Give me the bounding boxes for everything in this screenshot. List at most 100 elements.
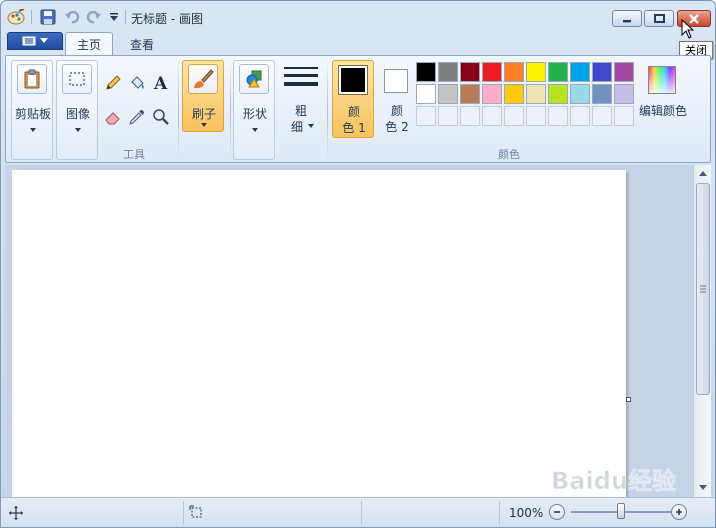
tab-home[interactable]: 主页 [65,32,113,56]
text-icon[interactable]: A [150,72,172,94]
customize-qat-icon[interactable] [105,8,123,25]
magnifier-icon[interactable] [150,106,172,128]
palette-swatch[interactable] [460,62,480,82]
window-title: 无标题 - 画图 [131,12,203,26]
zoom-slider-thumb[interactable] [617,503,625,519]
palette-swatch[interactable] [592,62,612,82]
maximize-button[interactable] [644,10,674,27]
zoom-level: 100% [509,506,544,520]
palette-swatch[interactable] [548,84,568,104]
palette-swatch[interactable] [482,62,502,82]
colors-group-label: 颜色 [498,148,520,161]
qat-separator [125,10,126,24]
palette-swatch[interactable] [526,62,546,82]
palette-swatch[interactable] [614,62,634,82]
palette-swatch-empty[interactable] [592,106,612,126]
palette-swatch-empty[interactable] [416,106,436,126]
scroll-thumb[interactable] [696,183,710,395]
fill-icon[interactable] [126,72,148,94]
line-width-icon [284,67,318,86]
palette-swatch-empty[interactable] [482,106,502,126]
palette-swatch[interactable] [416,84,436,104]
eraser-icon[interactable] [102,106,124,128]
palette-swatch[interactable] [416,62,436,82]
chevron-down-icon [308,124,314,128]
color-picker-icon[interactable] [126,106,148,128]
tab-view[interactable]: 查看 [119,32,165,56]
palette-swatch-empty[interactable] [438,106,458,126]
palette-swatch[interactable] [614,84,634,104]
svg-text:A: A [153,74,168,92]
maximize-icon [653,14,665,23]
app-menu-button[interactable] [7,32,63,50]
edit-colors-icon [648,66,676,94]
palette-swatch[interactable] [548,62,568,82]
color1-swatch [338,65,368,95]
scroll-up-icon[interactable] [694,165,712,182]
palette-swatch-empty[interactable] [614,106,634,126]
palette-swatch[interactable] [592,84,612,104]
tools-group-label: 工具 [123,148,145,161]
group-separator [327,60,328,160]
color1-button[interactable]: 颜 色 1 [332,60,374,138]
palette-swatch-empty[interactable] [526,106,546,126]
image-label: 图像 [65,107,90,121]
palette-swatch-empty[interactable] [570,106,590,126]
select-icon [62,64,92,94]
redo-icon[interactable] [85,8,103,25]
palette-swatch[interactable] [504,62,524,82]
image-button[interactable]: 图像 [56,60,98,160]
palette-swatch[interactable] [438,62,458,82]
palette-swatch[interactable] [526,84,546,104]
color2-label-line2: 色 2 [385,120,409,134]
status-separator [499,501,500,525]
grip-icon [700,285,706,293]
palette-swatch[interactable] [460,84,480,104]
group-separator [230,60,231,160]
chevron-down-icon [75,128,81,132]
drawing-canvas[interactable] [12,170,626,497]
shapes-icon [239,64,269,94]
paint-window: 无标题 - 画图 关闭 主页 查看 剪贴板 图像 A 工具 刷子 形状 粗 细 … [0,0,716,528]
color1-label-line1: 颜 [347,105,360,119]
app-menu-icon [22,36,36,46]
cursor-position-icon [9,506,23,520]
palette-swatch[interactable] [504,84,524,104]
zoom-out-button[interactable] [549,504,565,520]
undo-icon[interactable] [63,8,81,25]
palette-swatch[interactable] [570,62,590,82]
size-button[interactable]: 粗 细 [280,60,322,134]
palette-swatch-empty[interactable] [504,106,524,126]
brushes-label: 刷子 [191,107,216,121]
vertical-scrollbar[interactable] [693,165,711,497]
color1-label-line2: 色 1 [342,121,366,135]
palette-swatch[interactable] [570,84,590,104]
watermark: Baidu经验 [549,463,699,497]
palette-swatch[interactable] [438,84,458,104]
palette-swatch-empty[interactable] [460,106,480,126]
watermark-text: Baidu经验 [551,467,676,495]
brush-icon [188,64,218,94]
pencil-icon[interactable] [102,72,124,94]
chevron-down-icon [40,38,48,43]
edit-colors-button[interactable]: 编辑颜色 [636,60,690,138]
plus-icon [676,509,682,515]
shapes-button[interactable]: 形状 [233,60,275,160]
palette-swatch[interactable] [482,84,502,104]
status-separator [183,501,184,525]
paint-app-icon[interactable] [7,8,25,25]
color2-label-line1: 颜 [390,104,403,118]
canvas-resize-handle-right[interactable] [626,397,631,402]
zoom-in-button[interactable] [671,504,687,520]
brushes-button[interactable]: 刷子 [182,60,224,132]
mouse-cursor-icon [681,19,695,39]
shapes-label: 形状 [242,107,267,121]
status-separator [361,501,362,525]
canvas-area [5,165,693,497]
minimize-button[interactable] [612,10,642,27]
chevron-down-icon [30,128,36,132]
color2-button[interactable]: 颜 色 2 [376,60,418,138]
save-icon[interactable] [39,8,57,25]
palette-swatch-empty[interactable] [548,106,568,126]
clipboard-button[interactable]: 剪贴板 [11,60,53,160]
